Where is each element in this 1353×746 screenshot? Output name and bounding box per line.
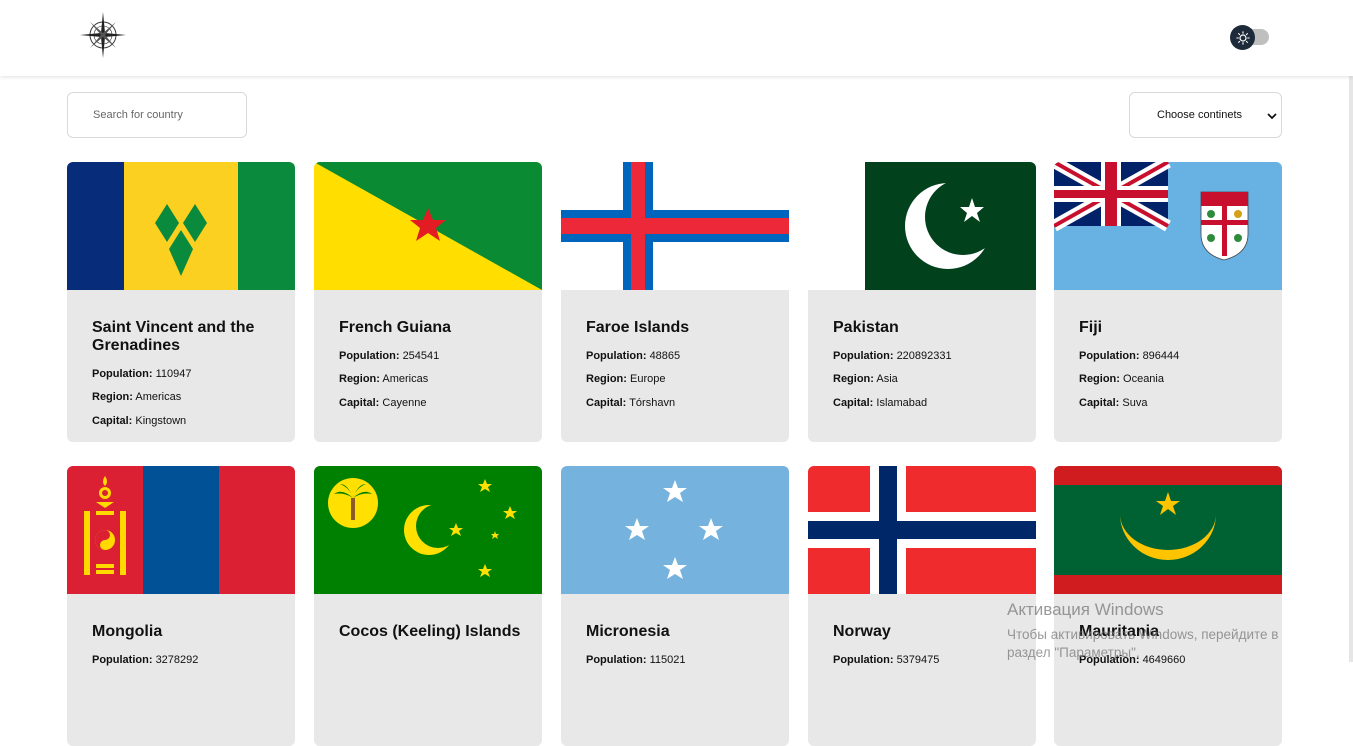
chevron-down-icon — [1267, 113, 1277, 120]
population-line: Population: 110947 — [92, 368, 192, 380]
search-input[interactable] — [68, 93, 246, 137]
country-card[interactable]: Pakistan Population: 220892331 Region: A… — [808, 162, 1036, 442]
sun-icon — [1230, 25, 1255, 50]
compass-logo-icon[interactable] — [78, 10, 128, 60]
population-line: Population: 48865 — [586, 350, 681, 362]
population-line: Population: 5379475 — [833, 654, 940, 666]
flag-gf-icon — [314, 162, 542, 290]
flag-mr-icon — [1054, 466, 1282, 594]
country-card[interactable]: Norway Population: 5379475 — [808, 466, 1036, 746]
region-line: Region: Asia — [833, 373, 898, 385]
flag-cc-icon — [314, 466, 542, 594]
country-card[interactable]: Cocos (Keeling) Islands — [314, 466, 542, 746]
region-line: Region: Americas — [92, 391, 182, 403]
flag-mn-icon — [67, 466, 295, 594]
region-line: Region: Europe — [586, 373, 666, 385]
country-card[interactable]: French Guiana Population: 254541 Region:… — [314, 162, 542, 442]
continent-select-value: Choose continets — [1157, 109, 1242, 121]
country-name: French Guiana — [339, 319, 452, 336]
flag-pk-icon — [808, 162, 1036, 290]
region-line: Region: Oceania — [1079, 373, 1164, 385]
country-card[interactable]: Mongolia Population: 3278292 — [67, 466, 295, 746]
top-header — [0, 0, 1353, 76]
population-line: Population: 220892331 — [833, 350, 952, 362]
capital-line: Capital: Suva — [1079, 397, 1148, 409]
country-name: Cocos (Keeling) Islands — [339, 623, 521, 640]
country-card[interactable]: Mauritania Population: 4649660 — [1054, 466, 1282, 746]
country-name: Norway — [833, 623, 891, 640]
continent-select[interactable]: Choose continets — [1129, 92, 1282, 138]
country-card[interactable]: Fiji Population: 896444 Region: Oceania … — [1054, 162, 1282, 442]
country-card[interactable]: Faroe Islands Population: 48865 Region: … — [561, 162, 789, 442]
country-card[interactable]: Micronesia Population: 115021 — [561, 466, 789, 746]
country-name: Faroe Islands — [586, 319, 690, 336]
country-name: Saint Vincent and the Grenadines — [92, 319, 255, 354]
flag-fo-icon — [561, 162, 789, 290]
capital-line: Capital: Cayenne — [339, 397, 427, 409]
flag-no-icon — [808, 466, 1036, 594]
scrollbar[interactable] — [1349, 0, 1353, 662]
country-name: Mauritania — [1079, 623, 1160, 640]
region-line: Region: Americas — [339, 373, 429, 385]
population-line: Population: 896444 — [1079, 350, 1180, 362]
country-name: Micronesia — [586, 623, 670, 640]
population-line: Population: 3278292 — [92, 654, 199, 666]
search-box[interactable] — [67, 92, 247, 138]
population-line: Population: 254541 — [339, 350, 440, 362]
population-line: Population: 115021 — [586, 654, 686, 666]
capital-line: Capital: Tórshavn — [586, 397, 676, 409]
country-name: Fiji — [1079, 319, 1103, 336]
capital-line: Capital: Kingstown — [92, 415, 187, 427]
flag-vc-icon — [67, 162, 295, 290]
country-name: Pakistan — [833, 319, 899, 336]
population-line: Population: 4649660 — [1079, 654, 1186, 666]
flag-fj-icon — [1054, 162, 1282, 290]
capital-line: Capital: Islamabad — [833, 397, 928, 409]
theme-toggle[interactable] — [1230, 25, 1270, 50]
country-name: Mongolia — [92, 623, 163, 640]
flag-fm-icon — [561, 466, 789, 594]
country-card[interactable]: Saint Vincent and the Grenadines Populat… — [67, 162, 295, 442]
